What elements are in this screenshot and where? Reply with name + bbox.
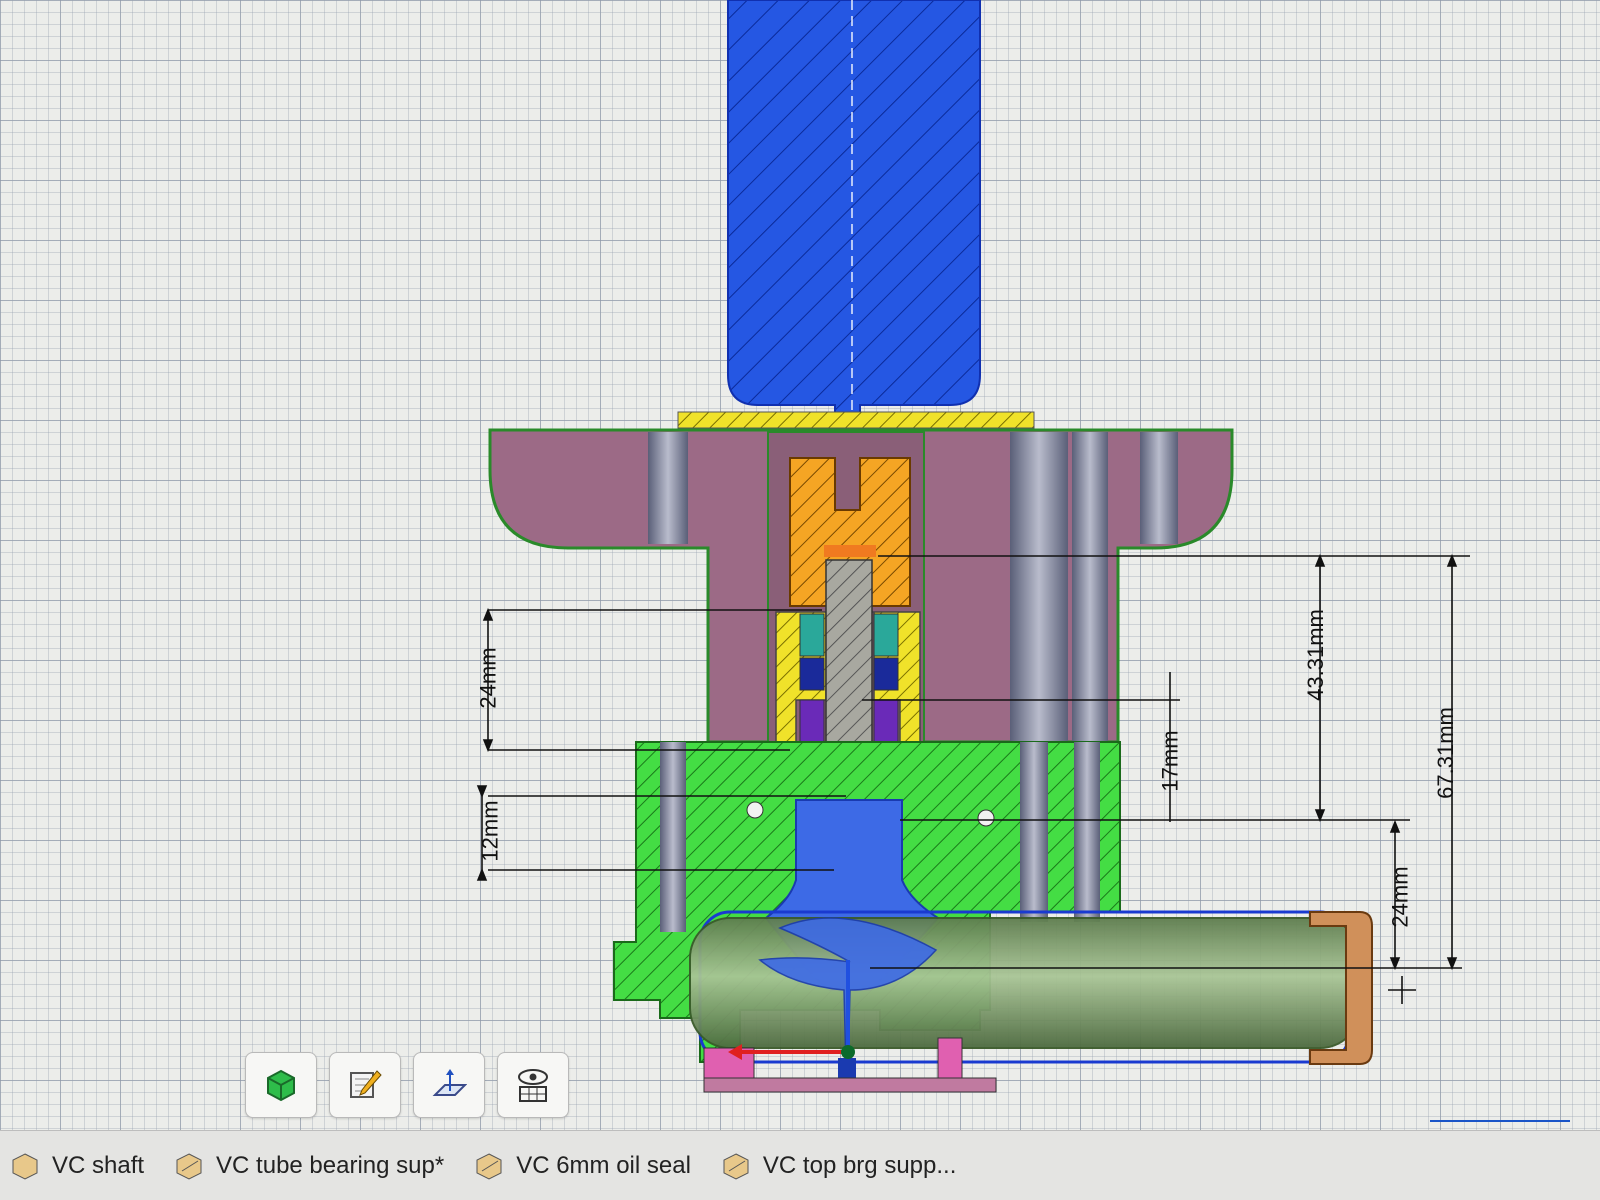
housing-rod	[1140, 432, 1178, 544]
tab-vc-tube-bearing-sup[interactable]: VC tube bearing sup*	[174, 1151, 444, 1181]
dimension-67-31mm[interactable]: 67.31mm	[1433, 707, 1459, 799]
tab-label: VC top brg supp...	[762, 1151, 957, 1179]
3d-view-button[interactable]	[245, 1052, 317, 1118]
scale-bar	[1430, 1120, 1570, 1122]
tab-label: VC shaft	[52, 1151, 145, 1179]
housing-rod	[648, 432, 688, 544]
housing-rod	[1010, 432, 1068, 742]
edit-sketch-icon	[350, 1070, 382, 1098]
base-rod	[660, 742, 686, 932]
coupler-cap	[824, 545, 876, 557]
tab-vc-6mm-oil-seal[interactable]: VC 6mm oil seal	[474, 1151, 691, 1181]
bolt-hole	[746, 801, 764, 819]
cad-section-drawing[interactable]	[0, 0, 1600, 1130]
component-icon	[476, 1152, 502, 1180]
base-rod	[1074, 742, 1100, 922]
axis-origin	[841, 1045, 855, 1059]
component-icon	[12, 1152, 38, 1180]
bearing-mid-right	[873, 657, 899, 691]
construction-plane-icon	[432, 1069, 467, 1096]
component-icon	[176, 1152, 202, 1180]
bearing-mid-left	[799, 657, 825, 691]
base-rod	[1020, 742, 1048, 922]
dimension-24mm-right[interactable]: 24mm	[1388, 866, 1414, 927]
tab-label: VC tube bearing sup*	[216, 1151, 445, 1179]
view-grid-icon	[518, 1069, 548, 1102]
tab-label: VC 6mm oil seal	[516, 1151, 691, 1179]
housing-rod	[1072, 432, 1108, 742]
dimension-24mm-left[interactable]: 24mm	[476, 647, 502, 708]
top-plate	[677, 411, 1035, 429]
bearing-upper-left	[799, 613, 825, 657]
edit-sketch-button[interactable]	[329, 1052, 401, 1118]
tab-vc-shaft[interactable]: VC shaft	[10, 1151, 144, 1181]
seal-left	[799, 699, 825, 749]
tab-vc-top-brg-supp[interactable]: VC top brg supp...	[721, 1151, 956, 1181]
document-tab-bar: VC shaft VC tube bearing sup* VC 6mm oil…	[0, 1130, 1600, 1200]
canvas-viewport[interactable]: 24mm 12mm 17mm 43.31mm 67.31mm 24mm	[0, 0, 1600, 1130]
dimension-43-31mm[interactable]: 43.31mm	[1303, 609, 1329, 701]
3d-cube-icon	[267, 1069, 295, 1102]
component-icon	[723, 1152, 749, 1180]
bottom-plate	[703, 1077, 997, 1093]
seal-right	[873, 699, 899, 749]
construction-plane-button[interactable]	[413, 1052, 485, 1118]
dimension-17mm[interactable]: 17mm	[1158, 730, 1184, 791]
bearing-upper-right	[873, 613, 899, 657]
outlet-tube	[689, 917, 1361, 1049]
navigation-toolbar	[245, 1052, 569, 1118]
view-display-button[interactable]	[497, 1052, 569, 1118]
bolt-hole	[977, 809, 995, 827]
dimension-12mm[interactable]: 12mm	[478, 800, 504, 861]
